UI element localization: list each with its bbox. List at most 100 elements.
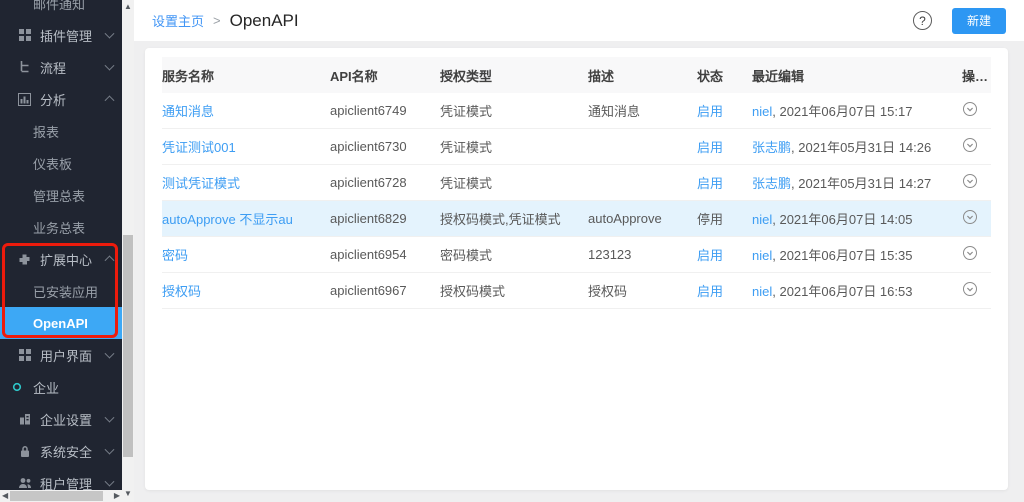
edited-time: , 2021年06月07日 16:53 <box>772 284 912 299</box>
table-card: 服务名称 API名称 授权类型 描述 状态 最近编辑 操作 通知消息apicli… <box>145 48 1008 490</box>
api-name-cell: apiclient6730 <box>330 139 440 154</box>
column-header-api-name: API名称 <box>330 66 440 85</box>
service-name-link[interactable]: autoApprove 不显示au <box>162 212 293 227</box>
row-actions-button[interactable] <box>962 137 978 153</box>
row-actions-button[interactable] <box>962 209 978 225</box>
horizontal-scrollbar-thumb[interactable] <box>10 491 103 501</box>
chevron-down-icon <box>105 445 115 455</box>
edited-time: , 2021年05月31日 14:26 <box>791 140 931 155</box>
scroll-down-icon[interactable]: ▼ <box>124 490 132 498</box>
sidebar-item-system-security[interactable]: 系统安全 <box>0 435 122 467</box>
status-badge: 启用 <box>697 245 752 264</box>
service-name-link[interactable]: 通知消息 <box>162 104 214 119</box>
sidebar-item-user-interface[interactable]: 用户界面 <box>0 339 122 371</box>
sidebar-item-business-summary[interactable]: 业务总表 <box>0 211 122 243</box>
service-name-link[interactable]: 凭证测试001 <box>162 140 236 155</box>
page-header: 设置主页 > OpenAPI ? 新建 <box>134 0 1024 41</box>
sidebar-item-label: 插件管理 <box>40 26 92 45</box>
analytics-icon <box>18 93 31 106</box>
horizontal-scrollbar[interactable]: ◀ ▶ <box>0 490 122 502</box>
auth-type-cell: 授权码模式,凭证模式 <box>440 209 588 228</box>
scroll-left-icon[interactable]: ◀ <box>2 492 8 500</box>
plugin-mgmt-icon <box>18 29 31 42</box>
circle-chevron-down-icon <box>962 137 978 153</box>
user-interface-icon <box>18 349 31 362</box>
vertical-scrollbar[interactable]: ▲ ▼ <box>122 0 134 502</box>
description-cell: 授权码 <box>588 281 697 300</box>
editor-link[interactable]: 张志鹏 <box>752 140 791 155</box>
column-header-auth-type: 授权类型 <box>440 66 588 85</box>
sidebar-item-mail-notice[interactable]: 邮件通知 <box>0 0 122 19</box>
sidebar-item-label: 管理总表 <box>33 186 85 205</box>
chevron-down-icon <box>105 477 115 487</box>
breadcrumb-separator: > <box>213 13 221 28</box>
circle-chevron-down-icon <box>962 101 978 117</box>
last-edited-cell: niel, 2021年06月07日 15:17 <box>752 101 962 120</box>
sidebar-item-label: 租户管理 <box>40 474 92 491</box>
circle-chevron-down-icon <box>962 245 978 261</box>
api-name-cell: apiclient6829 <box>330 211 440 226</box>
auth-type-cell: 授权码模式 <box>440 281 588 300</box>
sidebar-item-label: OpenAPI <box>33 316 88 331</box>
services-table: 服务名称 API名称 授权类型 描述 状态 最近编辑 操作 通知消息apicli… <box>145 48 1008 309</box>
sidebar-item-label: 企业 <box>33 378 59 397</box>
sidebar-item-analytics[interactable]: 分析 <box>0 83 122 115</box>
table-row: 凭证测试001apiclient6730凭证模式启用张志鹏, 2021年05月3… <box>162 129 991 165</box>
sidebar-item-installed-apps[interactable]: 已安装应用 <box>0 275 122 307</box>
row-actions-button[interactable] <box>962 245 978 261</box>
edited-time: , 2021年06月07日 14:05 <box>772 212 912 227</box>
editor-link[interactable]: niel <box>752 284 772 299</box>
row-actions-button[interactable] <box>962 173 978 189</box>
scroll-up-icon[interactable]: ▲ <box>124 3 132 11</box>
row-actions-button[interactable] <box>962 101 978 117</box>
last-edited-cell: niel, 2021年06月07日 14:05 <box>752 209 962 228</box>
circle-chevron-down-icon <box>962 173 978 189</box>
api-name-cell: apiclient6728 <box>330 175 440 190</box>
status-badge: 启用 <box>697 281 752 300</box>
sidebar-item-extension-center[interactable]: 扩展中心 <box>0 243 122 275</box>
sidebar-item-plugin-mgmt[interactable]: 插件管理 <box>0 19 122 51</box>
column-header-actions: 操作 <box>962 66 991 85</box>
create-new-button[interactable]: 新建 <box>952 8 1006 34</box>
sidebar-item-label: 用户界面 <box>40 346 92 365</box>
help-icon[interactable]: ? <box>913 11 932 30</box>
sidebar: 邮件通知插件管理流程分析报表仪表板管理总表业务总表扩展中心已安装应用 OpenAP… <box>0 0 122 490</box>
chevron-up-icon <box>105 255 115 265</box>
extension-center-icon <box>18 253 31 266</box>
api-name-cell: apiclient6749 <box>330 103 440 118</box>
editor-link[interactable]: 张志鹏 <box>752 176 791 191</box>
circle-chevron-down-icon <box>962 209 978 225</box>
table-row: 通知消息apiclient6749凭证模式通知消息启用niel, 2021年06… <box>162 93 991 129</box>
sidebar-item-workflow[interactable]: 流程 <box>0 51 122 83</box>
sidebar-item-reports[interactable]: 报表 <box>0 115 122 147</box>
last-edited-cell: niel, 2021年06月07日 15:35 <box>752 245 962 264</box>
vertical-scrollbar-thumb[interactable] <box>123 235 133 457</box>
scroll-right-icon[interactable]: ▶ <box>114 492 120 500</box>
row-actions-button[interactable] <box>962 281 978 297</box>
editor-link[interactable]: niel <box>752 248 772 263</box>
editor-link[interactable]: niel <box>752 104 772 119</box>
sidebar-item-openapi[interactable]: OpenAPI <box>0 307 122 339</box>
sidebar-item-mgmt-summary[interactable]: 管理总表 <box>0 179 122 211</box>
service-name-link[interactable]: 授权码 <box>162 284 201 299</box>
service-name-link[interactable]: 密码 <box>162 248 188 263</box>
auth-type-cell: 密码模式 <box>440 245 588 264</box>
service-name-link[interactable]: 测试凭证模式 <box>162 176 240 191</box>
sidebar-item-label: 流程 <box>40 58 66 77</box>
sidebar-item-enterprise-settings[interactable]: 企业设置 <box>0 403 122 435</box>
sidebar-item-label: 邮件通知 <box>33 0 85 13</box>
breadcrumb-settings-home-link[interactable]: 设置主页 <box>152 11 204 30</box>
status-badge: 启用 <box>697 173 752 192</box>
sidebar-item-dashboard[interactable]: 仪表板 <box>0 147 122 179</box>
sidebar-item-enterprise[interactable]: 企业 <box>0 371 122 403</box>
page-title: OpenAPI <box>230 11 299 31</box>
chevron-down-icon <box>105 413 115 423</box>
status-badge: 启用 <box>697 137 752 156</box>
sidebar-item-tenant-mgmt[interactable]: 租户管理 <box>0 467 122 490</box>
editor-link[interactable]: niel <box>752 212 772 227</box>
tenant-mgmt-icon <box>18 477 31 490</box>
sidebar-item-label: 扩展中心 <box>40 250 92 269</box>
column-header-description: 描述 <box>588 66 697 85</box>
description-cell: 123123 <box>588 247 697 262</box>
enterprise-settings-icon <box>18 413 31 426</box>
